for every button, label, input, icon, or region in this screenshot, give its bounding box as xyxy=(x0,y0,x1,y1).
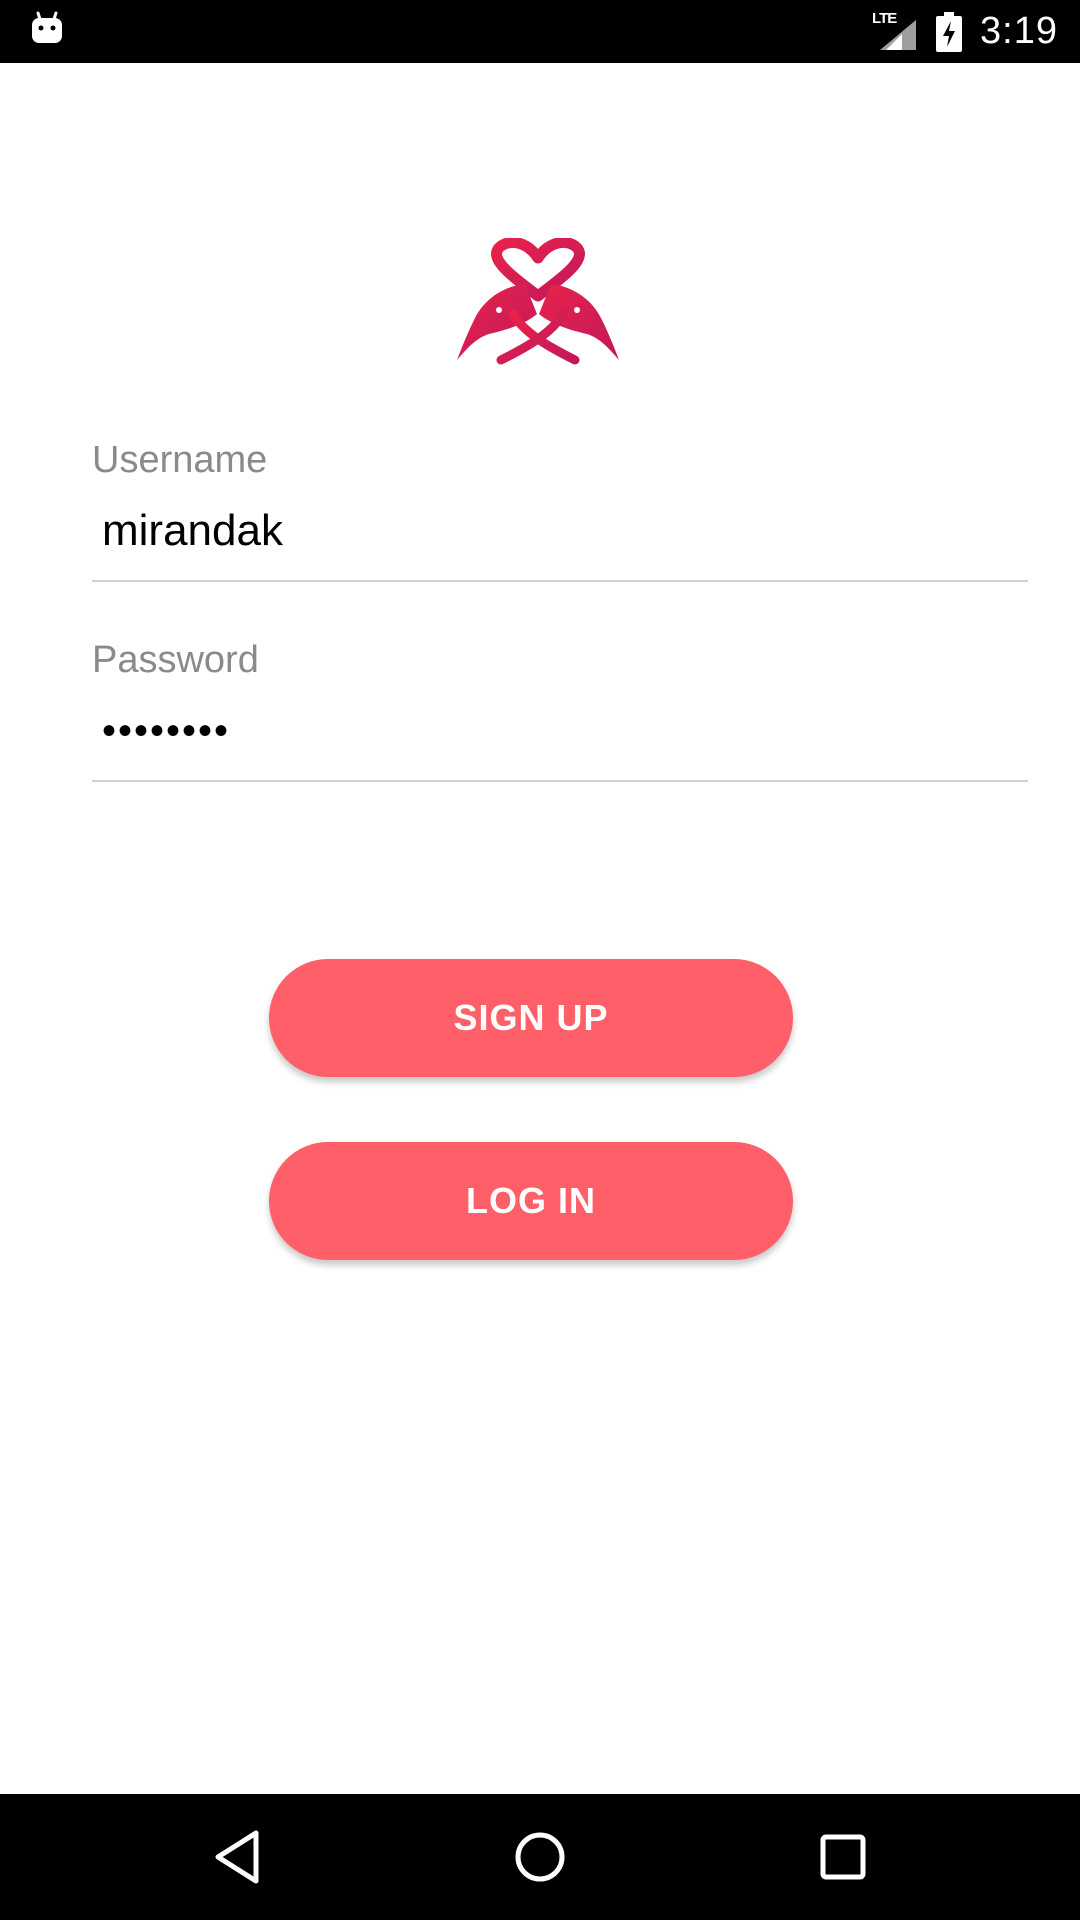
navigation-bar xyxy=(0,1794,1080,1920)
home-circle-icon[interactable] xyxy=(505,1822,575,1892)
status-bar: LTE 3:19 xyxy=(0,0,1080,63)
android-debug-icon xyxy=(30,11,64,45)
status-icons: LTE 3:19 xyxy=(872,0,1058,63)
password-field: Password xyxy=(92,638,1028,782)
lovebirds-heart-logo xyxy=(455,237,621,366)
recent-apps-square-icon[interactable] xyxy=(808,1822,878,1892)
cell-signal-icon: LTE xyxy=(872,10,918,52)
password-label: Password xyxy=(92,639,259,681)
battery-charging-icon xyxy=(936,11,963,52)
log-in-button[interactable]: LOG IN xyxy=(269,1142,793,1260)
username-input[interactable] xyxy=(92,482,1028,582)
username-label: Username xyxy=(92,439,268,481)
username-field: Username xyxy=(92,438,1028,582)
back-triangle-icon[interactable] xyxy=(202,1822,272,1892)
status-clock: 3:19 xyxy=(980,10,1058,52)
login-screen: LTE 3:19 Username mirandak Password ••••… xyxy=(0,0,1080,1920)
password-input[interactable] xyxy=(92,682,1028,782)
sign-up-button[interactable]: SIGN UP xyxy=(269,959,793,1077)
